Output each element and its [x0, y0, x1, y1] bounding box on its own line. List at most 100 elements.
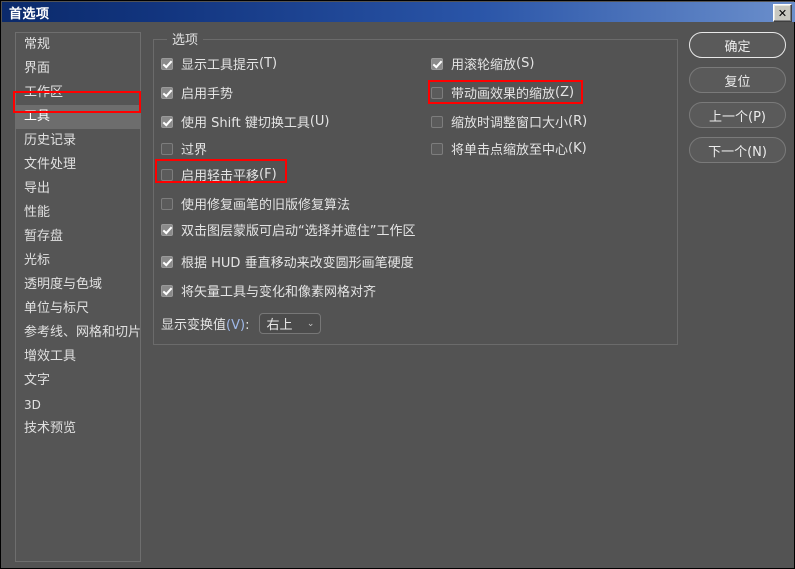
option-left-2[interactable]: 使用 Shift 键切换工具 (U): [161, 112, 330, 131]
sidebar-item-6[interactable]: 导出: [16, 177, 140, 201]
checkbox-icon[interactable]: [161, 223, 173, 236]
checkbox-icon[interactable]: [161, 86, 173, 99]
sidebar-item-label: 3D: [24, 398, 41, 412]
checkbox-icon[interactable]: [431, 142, 443, 155]
sidebar-item-label: 暂存盘: [24, 229, 64, 244]
sidebar-item-4[interactable]: 历史记录: [16, 129, 140, 153]
option-mnemonic: (U): [309, 114, 330, 129]
option-full-3[interactable]: 根据 HUD 垂直移动来改变圆形画笔硬度: [161, 252, 414, 271]
close-icon[interactable]: ✕: [773, 4, 792, 22]
sidebar-item-label: 技术预览: [24, 421, 77, 436]
button-2[interactable]: 上一个(P): [689, 102, 786, 128]
option-mnemonic: (Z): [555, 85, 575, 100]
option-label: 将单击点缩放至中心: [451, 143, 569, 158]
option-label: 使用修复画笔的旧版修复算法: [181, 198, 351, 213]
button-label: 复位: [724, 74, 751, 90]
options-group-label: 选项: [167, 29, 204, 48]
sidebar-item-label: 工作区: [24, 85, 64, 100]
button-label: 下一个(N): [708, 144, 767, 160]
transform-values-value: 右上: [266, 318, 293, 333]
option-label: 根据 HUD 垂直移动来改变圆形画笔硬度: [181, 256, 414, 271]
sidebar-item-13[interactable]: 增效工具: [16, 345, 140, 369]
sidebar-item-2[interactable]: 工作区: [16, 81, 140, 105]
option-left-1[interactable]: 启用手势: [161, 83, 233, 102]
sidebar-item-9[interactable]: 光标: [16, 249, 140, 273]
option-right-2[interactable]: 缩放时调整窗口大小 (R): [431, 112, 587, 131]
chevron-down-icon: ⌄: [306, 318, 315, 329]
option-right-1[interactable]: 带动画效果的缩放 (Z): [431, 83, 574, 102]
option-mnemonic: (T): [259, 56, 278, 71]
option-mnemonic: (R): [568, 114, 588, 129]
sidebar-item-label: 透明度与色域: [24, 277, 103, 292]
button-3[interactable]: 下一个(N): [689, 137, 786, 163]
sidebar-item-16[interactable]: 技术预览: [16, 417, 140, 441]
checkbox-icon[interactable]: [161, 142, 173, 155]
category-list[interactable]: 常规界面工作区工具历史记录文件处理导出性能暂存盘光标透明度与色域 单位与标尺参考线…: [15, 32, 141, 562]
sidebar-item-label: 增效工具: [24, 349, 77, 364]
sidebar-item-7[interactable]: 性能: [16, 201, 140, 225]
option-label: 使用 Shift 键切换工具: [181, 116, 310, 131]
sidebar-item-14[interactable]: 文字: [16, 369, 140, 393]
button-1[interactable]: 复位: [689, 67, 786, 93]
option-label: 用滚轮缩放: [451, 58, 517, 73]
sidebar-item-label: 导出: [24, 181, 51, 196]
button-label: 确定: [724, 39, 751, 55]
transform-values-select[interactable]: 右上 ⌄: [259, 313, 322, 334]
sidebar-item-5[interactable]: 文件处理: [16, 153, 140, 177]
option-label: 过界: [181, 143, 208, 158]
option-full-4[interactable]: 将矢量工具与变化和像素网格对齐: [161, 281, 376, 300]
title-bar: 首选项 ✕: [2, 2, 795, 22]
checkbox-icon[interactable]: [161, 197, 173, 210]
option-full-1[interactable]: 使用修复画笔的旧版修复算法: [161, 194, 350, 213]
button-0[interactable]: 确定: [689, 32, 786, 58]
sidebar-item-label: 单位与标尺: [24, 301, 90, 316]
option-left-0[interactable]: 显示工具提示 (T): [161, 54, 277, 73]
checkbox-icon[interactable]: [161, 168, 173, 181]
checkbox-icon[interactable]: [161, 115, 173, 128]
checkbox-icon[interactable]: [161, 57, 173, 70]
sidebar-item-label: 参考线、网格和切片: [24, 325, 141, 340]
sidebar-item-3[interactable]: 工具: [16, 105, 140, 129]
sidebar-item-10[interactable]: 透明度与色域: [16, 273, 140, 297]
checkbox-icon[interactable]: [431, 86, 443, 99]
option-mnemonic: (K): [568, 141, 587, 156]
sidebar-item-0[interactable]: 常规: [16, 33, 140, 57]
option-label: 缩放时调整窗口大小: [451, 116, 569, 131]
button-label: 上一个(P): [709, 109, 766, 125]
sidebar-item-label: 文字: [24, 373, 51, 388]
sidebar-item-12[interactable]: 参考线、网格和切片: [16, 321, 140, 345]
option-left-3[interactable]: 过界: [161, 139, 207, 158]
option-right-3[interactable]: 将单击点缩放至中心 (K): [431, 139, 587, 158]
sidebar-item-label: 光标: [24, 253, 51, 268]
option-label: 双击图层蒙版可启动“选择并遮住”工作区: [181, 224, 416, 239]
sidebar-item-1[interactable]: 界面: [16, 57, 140, 81]
option-mnemonic: (S): [516, 56, 535, 71]
option-right-0[interactable]: 用滚轮缩放 (S): [431, 54, 534, 73]
transform-values-row: 显示变换值(V): 右上 ⌄: [161, 313, 322, 334]
option-mnemonic: (F): [259, 167, 277, 182]
sidebar-item-15[interactable]: 3D: [16, 393, 140, 417]
option-label: 启用手势: [181, 87, 234, 102]
option-label: 启用轻击平移: [181, 169, 260, 184]
sidebar-item-label: 文件处理: [24, 157, 77, 172]
window-title: 首选项: [9, 6, 50, 22]
option-full-0[interactable]: 启用轻击平移 (F): [161, 165, 277, 184]
transform-values-label: 显示变换值(V):: [161, 318, 250, 333]
transform-values-mnemonic: (V): [226, 318, 246, 333]
sidebar-item-label: 性能: [24, 205, 51, 220]
option-label: 显示工具提示: [181, 58, 260, 73]
option-label: 将矢量工具与变化和像素网格对齐: [181, 285, 377, 300]
checkbox-icon[interactable]: [431, 115, 443, 128]
sidebar-item-11[interactable]: 单位与标尺: [16, 297, 140, 321]
option-label: 带动画效果的缩放: [451, 87, 556, 102]
sidebar-item-label: 界面: [24, 61, 51, 76]
sidebar-item-label: 历史记录: [24, 133, 77, 148]
checkbox-icon[interactable]: [431, 57, 443, 70]
sidebar-item-8[interactable]: 暂存盘: [16, 225, 140, 249]
sidebar-item-label: 常规: [24, 37, 51, 52]
preferences-dialog: 首选项 ✕ 常规界面工作区工具历史记录文件处理导出性能暂存盘光标透明度与色域 单位…: [0, 0, 795, 569]
checkbox-icon[interactable]: [161, 255, 173, 268]
sidebar-item-label: 工具: [24, 109, 51, 124]
checkbox-icon[interactable]: [161, 284, 173, 297]
option-full-2[interactable]: 双击图层蒙版可启动“选择并遮住”工作区: [161, 220, 415, 239]
